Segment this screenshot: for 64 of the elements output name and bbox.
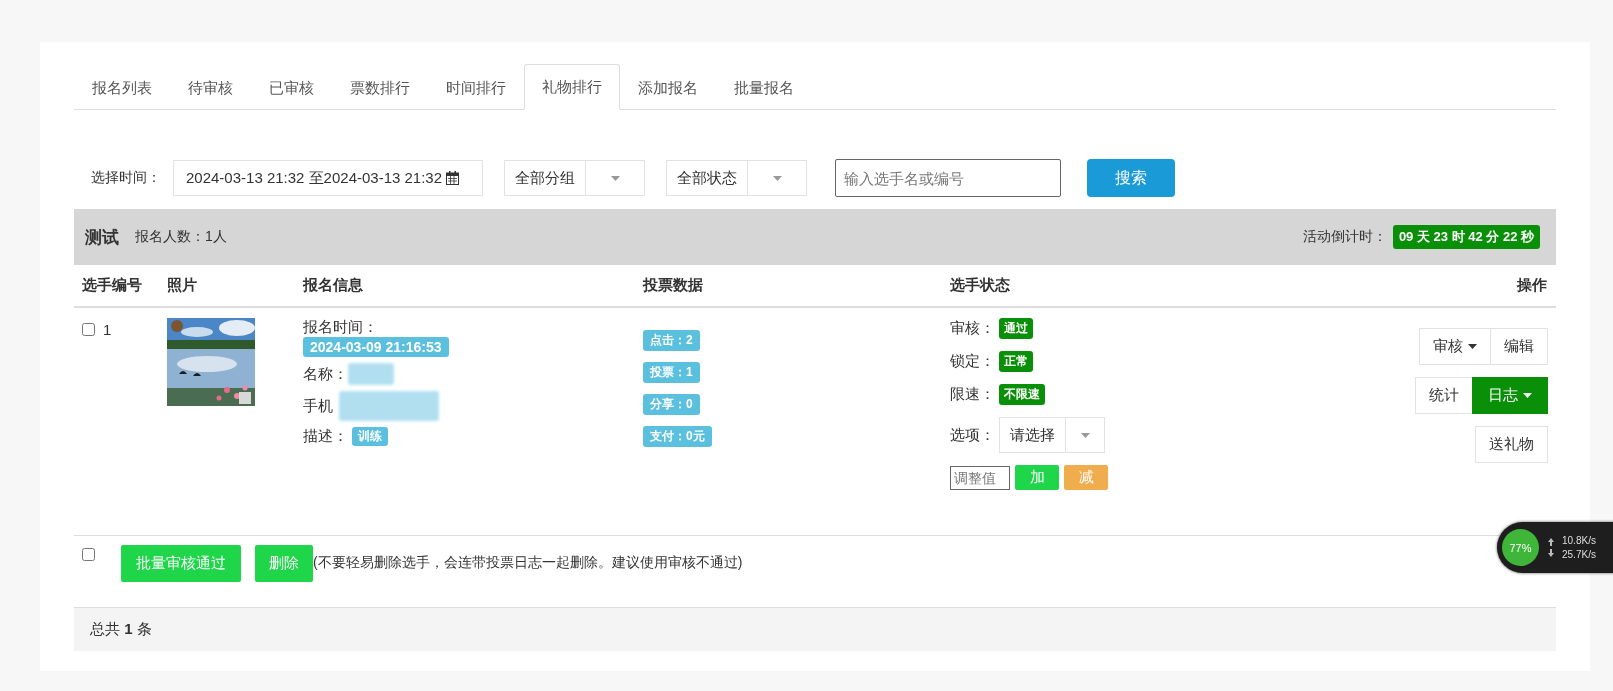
up-arrow-icon (1548, 538, 1554, 546)
date-range-field[interactable]: 2024-03-13 21:32 至2024-03-13 21:32 (173, 160, 483, 196)
status-badge: 不限速 (999, 384, 1045, 405)
tab[interactable]: 添加报名 (620, 66, 716, 110)
signup-time-badge: 2024-03-09 21:16:53 (303, 337, 449, 357)
tab[interactable]: 待审核 (170, 66, 251, 110)
status-badge: 正常 (999, 351, 1033, 372)
cpu-percent-badge: 77% (1502, 529, 1539, 566)
search-field[interactable]: 输入选手名或编号 (835, 159, 1061, 197)
countdown-badge: 09 天 23 时 42 分 22 秒 (1392, 225, 1540, 249)
upload-speed: 10.8K/s (1562, 535, 1596, 546)
signup-count: 报名人数：1人 (135, 228, 227, 246)
calendar-icon (446, 171, 460, 185)
action-button[interactable]: 编辑 (1490, 328, 1548, 365)
status-label: 限速： (950, 385, 995, 404)
name-label: 名称： (303, 364, 348, 384)
caret-icon (1523, 393, 1532, 398)
column-header: 选手编号 (81, 276, 143, 295)
tab[interactable]: 礼物排行 (524, 64, 620, 110)
status-badge: 通过 (999, 318, 1033, 339)
caret-icon (772, 175, 782, 181)
adjust-value-field[interactable]: 调整值 (950, 465, 1010, 490)
tab[interactable]: 票数排行 (332, 66, 428, 110)
delete-warning: (不要轻易删除选手，会连带投票日志一起删除。建议使用审核不通过) (313, 554, 743, 572)
caret-icon (1468, 344, 1477, 349)
down-arrow-icon (1548, 549, 1554, 557)
action-button[interactable]: 送礼物 (1475, 426, 1548, 463)
action-button[interactable]: 统计 (1415, 377, 1473, 414)
status-label: 锁定： (950, 352, 995, 371)
column-header: 选手状态 (949, 276, 1011, 295)
description-label: 描述： (303, 427, 348, 446)
tab[interactable]: 时间排行 (428, 66, 524, 110)
redaction-blur (348, 363, 394, 385)
column-header: 报名信息 (301, 276, 364, 295)
caret-icon (1080, 432, 1090, 438)
dropdown-button[interactable]: 审核 (1419, 328, 1491, 365)
option-label: 选项： (950, 425, 995, 445)
tab[interactable]: 批量报名 (716, 66, 812, 110)
total-count: 总共 1 条 (90, 620, 152, 637)
column-header: 照片 (166, 276, 198, 295)
stat-badge: 支付：0元 (643, 426, 712, 447)
description-tag: 训练 (352, 427, 388, 446)
select-dropdown[interactable]: 全部状态 (666, 160, 807, 196)
column-header: 操作 (1516, 276, 1548, 295)
countdown-label: 活动倒计时： (1302, 228, 1387, 246)
phone-label: 手机 (303, 396, 333, 416)
download-speed: 25.7K/s (1562, 549, 1596, 560)
select-all-checkbox[interactable] (82, 548, 95, 561)
entry-number: 1 (103, 320, 112, 338)
time-label: 选择时间： (91, 169, 161, 187)
select-dropdown[interactable]: 全部分组 (504, 160, 645, 196)
stat-badge: 点击：2 (643, 330, 700, 351)
tab[interactable]: 报名列表 (74, 66, 170, 110)
activity-title: 测试 (85, 226, 119, 249)
row-checkbox[interactable] (82, 322, 95, 336)
status-label: 审核： (950, 319, 995, 338)
tab[interactable]: 已审核 (251, 66, 332, 110)
stat-badge: 分享：0 (643, 394, 700, 415)
column-header: 投票数据 (641, 276, 704, 295)
dropdown-button[interactable]: 日志 (1472, 377, 1548, 414)
caret-icon (610, 175, 620, 181)
option-select[interactable]: 请选择 (999, 417, 1105, 453)
stat-badge: 投票：1 (643, 362, 700, 383)
signup-time-label: 报名时间： (303, 318, 379, 337)
